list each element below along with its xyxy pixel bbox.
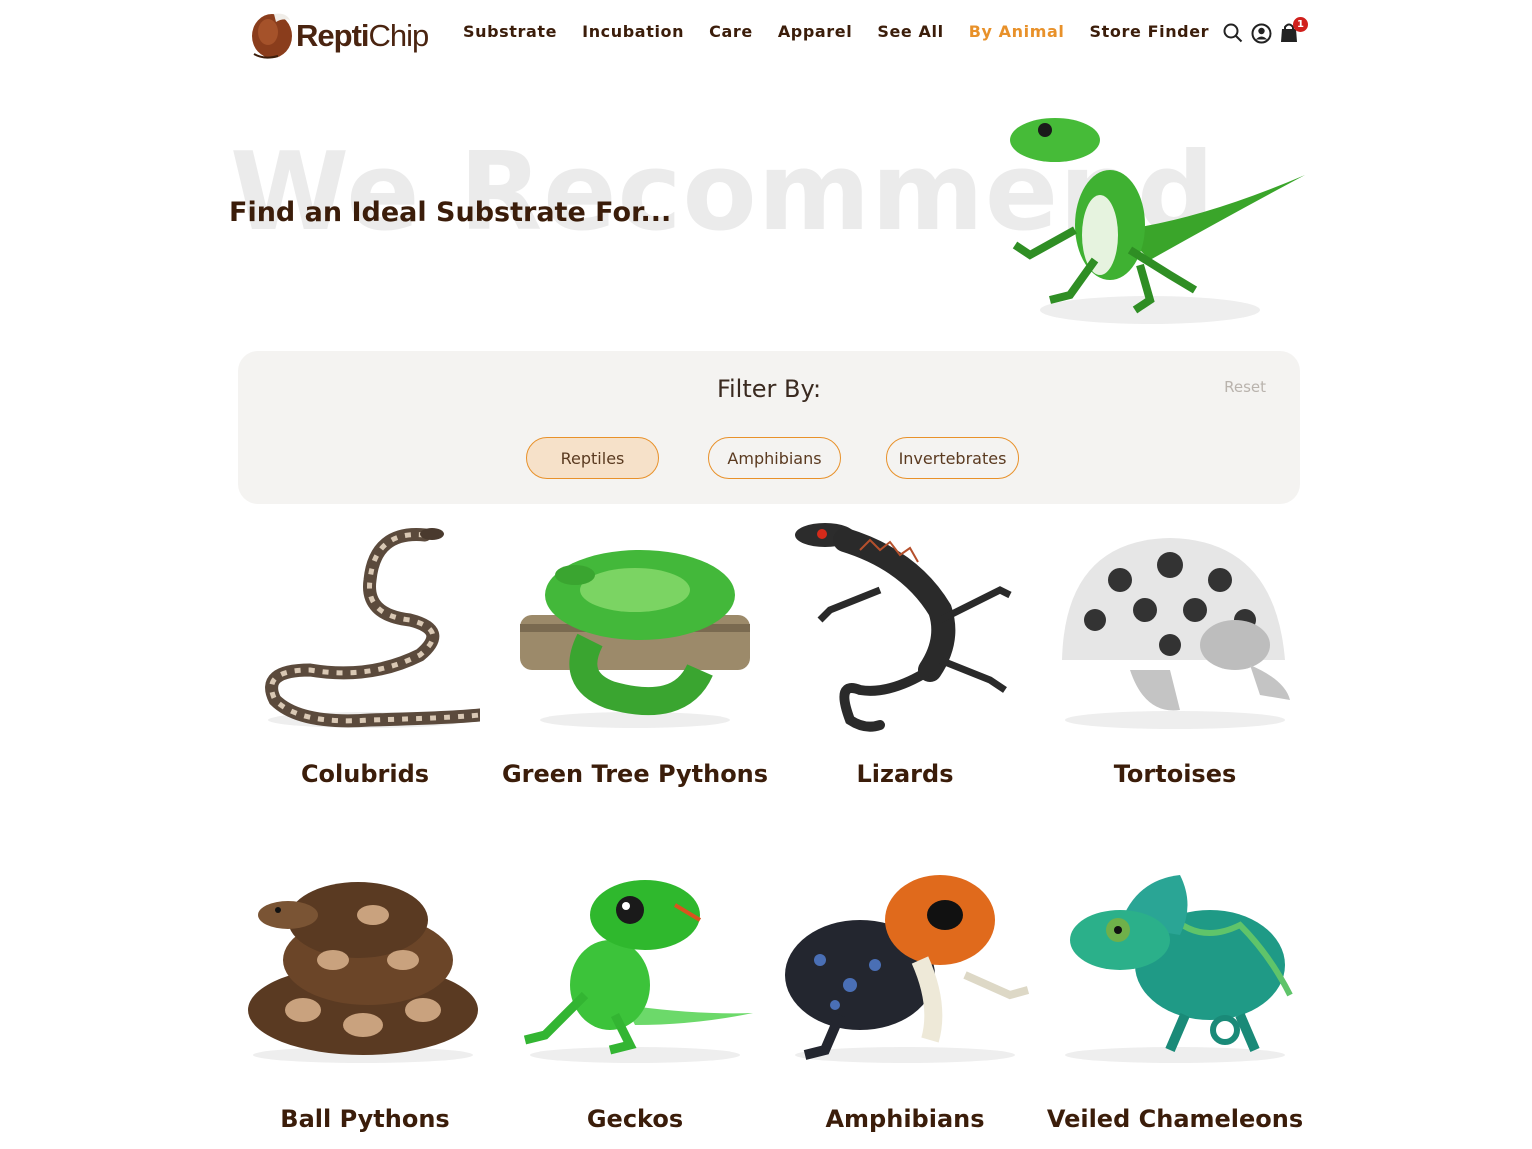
- reset-filter-button[interactable]: Reset: [1224, 378, 1266, 396]
- account-icon[interactable]: [1250, 22, 1272, 44]
- animal-card-label: Green Tree Pythons: [501, 760, 769, 788]
- ball-python-image: [247, 882, 478, 1063]
- nav-incubation[interactable]: Incubation: [582, 22, 684, 41]
- nav-store-finder[interactable]: Store Finder: [1090, 22, 1210, 41]
- site-header: ReptiChip Substrate Incubation Care Appa…: [0, 0, 1532, 70]
- search-icon[interactable]: [1222, 22, 1244, 44]
- green-tree-python-image: [520, 550, 750, 728]
- black-lizard-image: [795, 523, 1012, 732]
- nav-apparel[interactable]: Apparel: [778, 22, 853, 41]
- animal-card-label: Colubrids: [300, 760, 430, 788]
- animal-card-label: Veiled Chameleons: [1046, 1105, 1304, 1133]
- animal-card-lizards[interactable]: Lizards: [770, 520, 1040, 788]
- dart-frog-image: [785, 875, 1030, 1063]
- nav-care[interactable]: Care: [709, 22, 753, 41]
- filter-chip-reptiles[interactable]: Reptiles: [526, 437, 659, 479]
- filter-panel: Filter By: Reset Reptiles Amphibians Inv…: [238, 351, 1300, 504]
- animal-card-label: Amphibians: [825, 1105, 985, 1133]
- reptichip-logo[interactable]: ReptiChip: [250, 4, 430, 64]
- animal-card-geckos[interactable]: Geckos: [500, 865, 770, 1133]
- animal-card-veiled-chameleons[interactable]: Veiled Chameleons: [1040, 865, 1310, 1133]
- cart-count-badge: 1: [1293, 17, 1308, 32]
- animal-card-amphibians[interactable]: Amphibians: [770, 865, 1040, 1133]
- animal-card-label: Tortoises: [1113, 760, 1237, 788]
- cart-icon[interactable]: 1: [1278, 17, 1308, 44]
- animal-card-label: Lizards: [856, 760, 954, 788]
- header-icons: 1: [1222, 17, 1308, 44]
- veiled-chameleon-image: [1065, 875, 1293, 1063]
- filter-chip-invertebrates[interactable]: Invertebrates: [886, 437, 1019, 479]
- animal-card-label: Geckos: [586, 1105, 684, 1133]
- anole-lizard-image: [1010, 118, 1305, 324]
- green-gecko-image: [523, 880, 753, 1063]
- colubrid-snake-image: [265, 528, 480, 728]
- page-title: Find an Ideal Substrate For...: [229, 197, 672, 228]
- brand-wordmark: ReptiChip: [296, 18, 429, 53]
- nav-see-all[interactable]: See All: [877, 22, 943, 41]
- animal-card-colubrids[interactable]: Colubrids: [230, 520, 500, 788]
- animal-card-tortoises[interactable]: Tortoises: [1040, 520, 1310, 788]
- hero-section: We Recommend Find an Ideal Substrate For…: [0, 80, 1532, 340]
- animal-card-label: Ball Pythons: [280, 1105, 450, 1133]
- tortoise-image: [1062, 538, 1290, 729]
- filter-title: Filter By:: [716, 375, 822, 403]
- filter-chip-amphibians[interactable]: Amphibians: [708, 437, 841, 479]
- nav-by-animal[interactable]: By Animal: [969, 22, 1065, 41]
- coconut-logo-icon: [252, 13, 292, 59]
- animal-card-green-tree-pythons[interactable]: Green Tree Pythons: [500, 520, 770, 788]
- main-nav: Substrate Incubation Care Apparel See Al…: [463, 22, 1234, 41]
- animal-card-ball-pythons[interactable]: Ball Pythons: [230, 865, 500, 1133]
- nav-substrate[interactable]: Substrate: [463, 22, 557, 41]
